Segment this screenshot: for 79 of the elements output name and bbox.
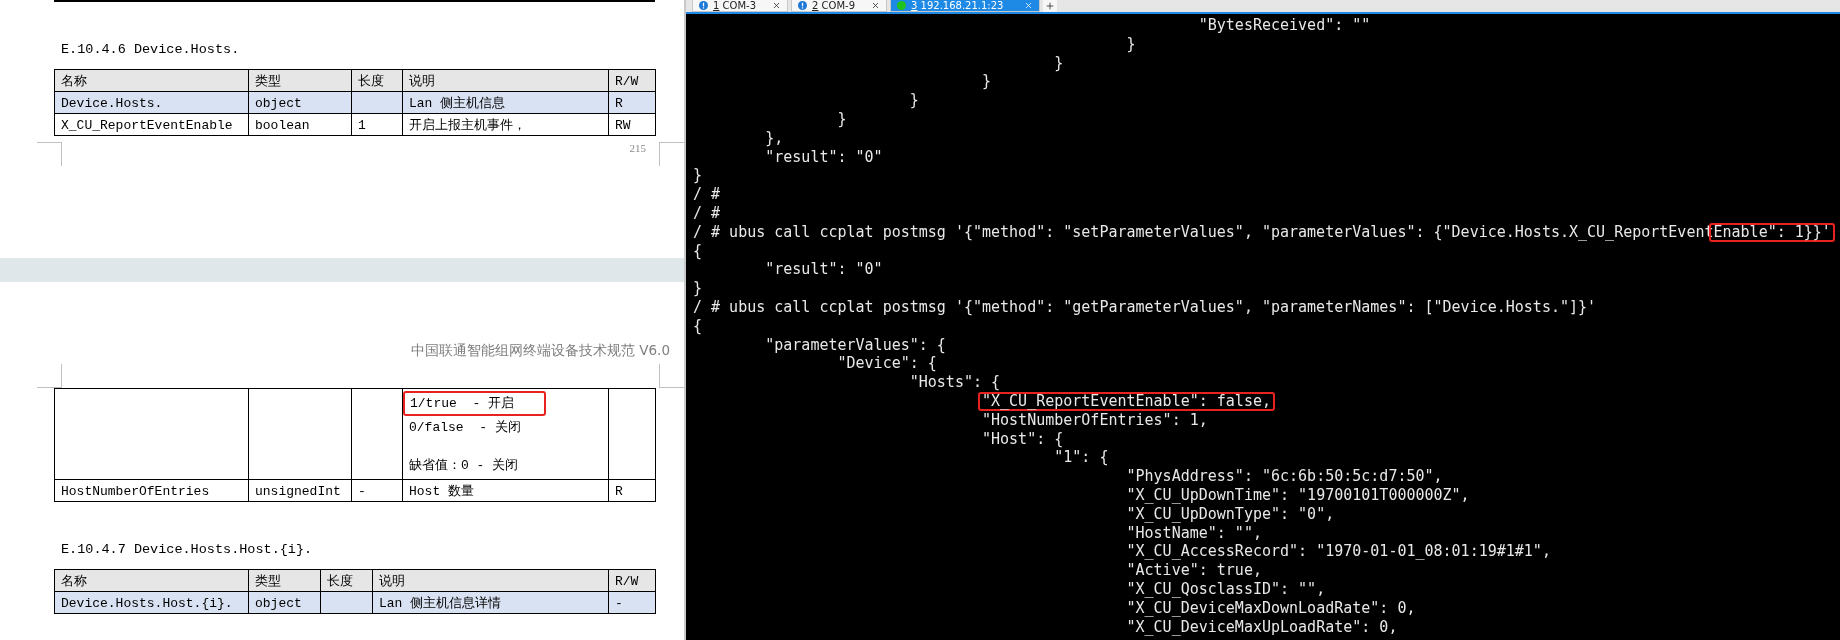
column-header: 说明: [373, 570, 609, 592]
session-tab[interactable]: 3 192.168.21.1:23: [890, 0, 1040, 12]
close-icon[interactable]: [871, 1, 880, 10]
crop-mark: [37, 142, 62, 166]
terminal-line: "X_CU_AccessRecord": "1970-01-01_08:01:19#1#1",: [1125, 542, 1551, 562]
cell-text: 缺省值：0 - 关闭: [409, 457, 519, 475]
new-tab-button[interactable]: [1043, 0, 1057, 12]
table-cell: 开启上报主机事件，: [403, 114, 609, 136]
terminal-line: }: [981, 72, 991, 92]
terminal-line: "X_CU_UpDownTime": "19700101T000000Z",: [1125, 485, 1470, 505]
close-icon[interactable]: [772, 1, 781, 10]
terminal-line: },: [764, 128, 784, 148]
terminal-line: }: [836, 110, 847, 129]
terminal-line: "X_CU_UpDownType": "0",: [1125, 504, 1335, 524]
table-cell: Host 数量: [403, 480, 609, 502]
table-cell: HostNumberOfEntries: [55, 480, 249, 502]
table-cell: RW: [609, 114, 656, 136]
terminal-line: / #: [693, 203, 721, 223]
running-header: 中国联通智能组网终端设备技术规范 V6.0: [411, 342, 670, 360]
terminal-line: "Active": true,: [1125, 561, 1262, 580]
terminal-line: "X_CU_QosclassID": "",: [1125, 579, 1326, 599]
terminal-line: {: [693, 316, 703, 336]
cell-text: 0/false - 关闭: [409, 419, 521, 437]
terminal-line: / #: [693, 185, 721, 204]
column-header: R/W: [609, 70, 656, 92]
column-header: R/W: [609, 570, 656, 592]
table-cell: object: [249, 92, 352, 114]
terminal-line: }: [908, 91, 919, 110]
terminal-line: "result": "0": [764, 147, 883, 167]
terminal-line: }: [1125, 34, 1136, 54]
table-cell: Lan 侧主机信息: [403, 92, 609, 114]
terminal-line: "PhysAddress": "6c:6b:50:5c:d7:50",: [1125, 467, 1443, 486]
terminal-line: {: [693, 241, 703, 261]
table-cell: Lan 侧主机信息详情: [373, 592, 609, 614]
table-cell: -: [609, 592, 656, 614]
terminal-line: / # ubus call ccplat postmsg '{"method": "getParameterValues", "parameterNames": ["Device.Hosts."]}': [693, 297, 1597, 317]
table-cell: Device.Hosts.: [55, 92, 249, 114]
highlighted-text: 1/true - 开启: [403, 391, 546, 416]
crop-mark: [37, 364, 62, 388]
terminal-line: "HostNumberOfEntries": 1,: [981, 410, 1208, 430]
column-header: 长度: [321, 570, 373, 592]
terminal-line: "Device": {: [836, 354, 937, 374]
terminal-line: "X_CU_DeviceMaxUpLoadRate": 0,: [1125, 617, 1398, 637]
terminal-line: "Hosts": {: [908, 373, 1001, 392]
table-cell: boolean: [249, 114, 352, 136]
table-cell: unsignedInt: [249, 480, 352, 502]
table-cell: R: [609, 480, 656, 502]
table-cell: -: [352, 480, 403, 502]
info-icon: [699, 1, 708, 10]
terminal-line: "BytesReceived": "": [1197, 16, 1371, 35]
column-header: 长度: [352, 70, 403, 92]
table-cell: X_CU_ReportEventEnable: [55, 114, 249, 136]
terminal-line: "Host": {: [981, 429, 1064, 449]
terminal-line: }: [693, 166, 703, 186]
info-icon: [798, 1, 807, 10]
table-cell: [321, 592, 373, 614]
page-number: 215: [629, 142, 646, 154]
column-header: 说明: [403, 70, 609, 92]
terminal-line: }: [1053, 53, 1064, 73]
table-cell: object: [249, 592, 321, 614]
table-cell: [352, 92, 403, 114]
terminal-line: "HostName": "",: [1125, 523, 1262, 543]
column-header: 名称: [55, 570, 249, 592]
column-header: 类型: [249, 70, 352, 92]
terminal-line: "result": "0": [764, 260, 883, 280]
session-tab[interactable]: 2 COM-9: [791, 0, 887, 12]
terminal-line: "1": {: [1053, 448, 1109, 468]
session-tab[interactable]: 1 COM-3: [692, 0, 788, 12]
table-cell: R: [609, 92, 656, 114]
table-cell: 1: [352, 114, 403, 136]
terminal-line: "parameterValues": {: [764, 335, 946, 355]
column-header: 类型: [249, 570, 321, 592]
terminal-line: "X_CU_DeviceMaxDownLoadRate": 0,: [1125, 598, 1416, 618]
status-dot-icon: [897, 1, 906, 10]
section-heading: E.10.4.7 Device.Hosts.Host.{i}.: [61, 542, 314, 557]
table-cell: Device.Hosts.Host.{i}.: [55, 592, 249, 614]
section-heading: E.10.4.6 Device.Hosts.: [61, 42, 241, 57]
terminal-line: }: [693, 279, 703, 298]
column-header: 名称: [55, 70, 249, 92]
